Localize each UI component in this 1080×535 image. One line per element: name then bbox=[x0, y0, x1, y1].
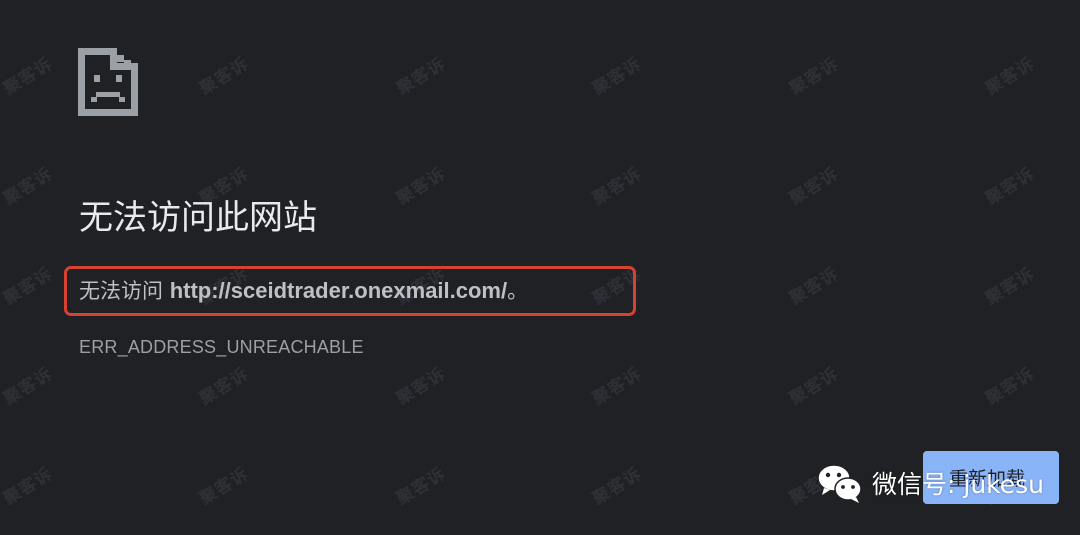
wechat-overlay: 微信号: jukesu bbox=[816, 460, 1044, 506]
watermark-text: 聚客诉 bbox=[589, 363, 646, 410]
watermark-text: 聚客诉 bbox=[982, 363, 1039, 410]
watermark-text: 聚客诉 bbox=[393, 163, 450, 210]
watermark-text: 聚客诉 bbox=[0, 163, 57, 210]
watermark-text: 聚客诉 bbox=[982, 263, 1039, 310]
page-title: 无法访问此网站 bbox=[79, 198, 317, 238]
error-message-url: http://sceidtrader.onexmail.com/ bbox=[169, 278, 508, 303]
error-message-prefix: 无法访问 bbox=[79, 279, 163, 303]
error-message: 无法访问 http://sceidtrader.onexmail.com/。 bbox=[79, 276, 528, 306]
watermark-text: 聚客诉 bbox=[196, 463, 253, 510]
watermark-text: 聚客诉 bbox=[786, 363, 843, 410]
watermark-text: 聚客诉 bbox=[393, 53, 450, 100]
error-code: ERR_ADDRESS_UNREACHABLE bbox=[79, 337, 364, 357]
watermark-text: 聚客诉 bbox=[589, 53, 646, 100]
watermark-text: 聚客诉 bbox=[786, 163, 843, 210]
watermark-text: 聚客诉 bbox=[0, 463, 57, 510]
watermark-text: 聚客诉 bbox=[982, 53, 1039, 100]
watermark-text: 聚客诉 bbox=[0, 53, 57, 100]
watermark-text: 聚客诉 bbox=[0, 263, 57, 310]
error-message-suffix: 。 bbox=[507, 279, 529, 303]
watermark-text: 聚客诉 bbox=[589, 163, 646, 210]
watermark-text: 聚客诉 bbox=[589, 463, 646, 510]
watermark-text: 聚客诉 bbox=[393, 463, 450, 510]
watermark-text: 聚客诉 bbox=[982, 163, 1039, 210]
watermark-text: 聚客诉 bbox=[393, 363, 450, 410]
watermark-text: 聚客诉 bbox=[786, 53, 843, 100]
watermark-text: 聚客诉 bbox=[0, 363, 57, 410]
sad-page-icon bbox=[78, 48, 138, 116]
wechat-id-label: 微信号: jukesu bbox=[872, 470, 1044, 499]
watermark-text: 聚客诉 bbox=[786, 263, 843, 310]
watermark-text: 聚客诉 bbox=[196, 53, 253, 100]
watermark-text: 聚客诉 bbox=[196, 363, 253, 410]
wechat-icon bbox=[817, 464, 862, 503]
